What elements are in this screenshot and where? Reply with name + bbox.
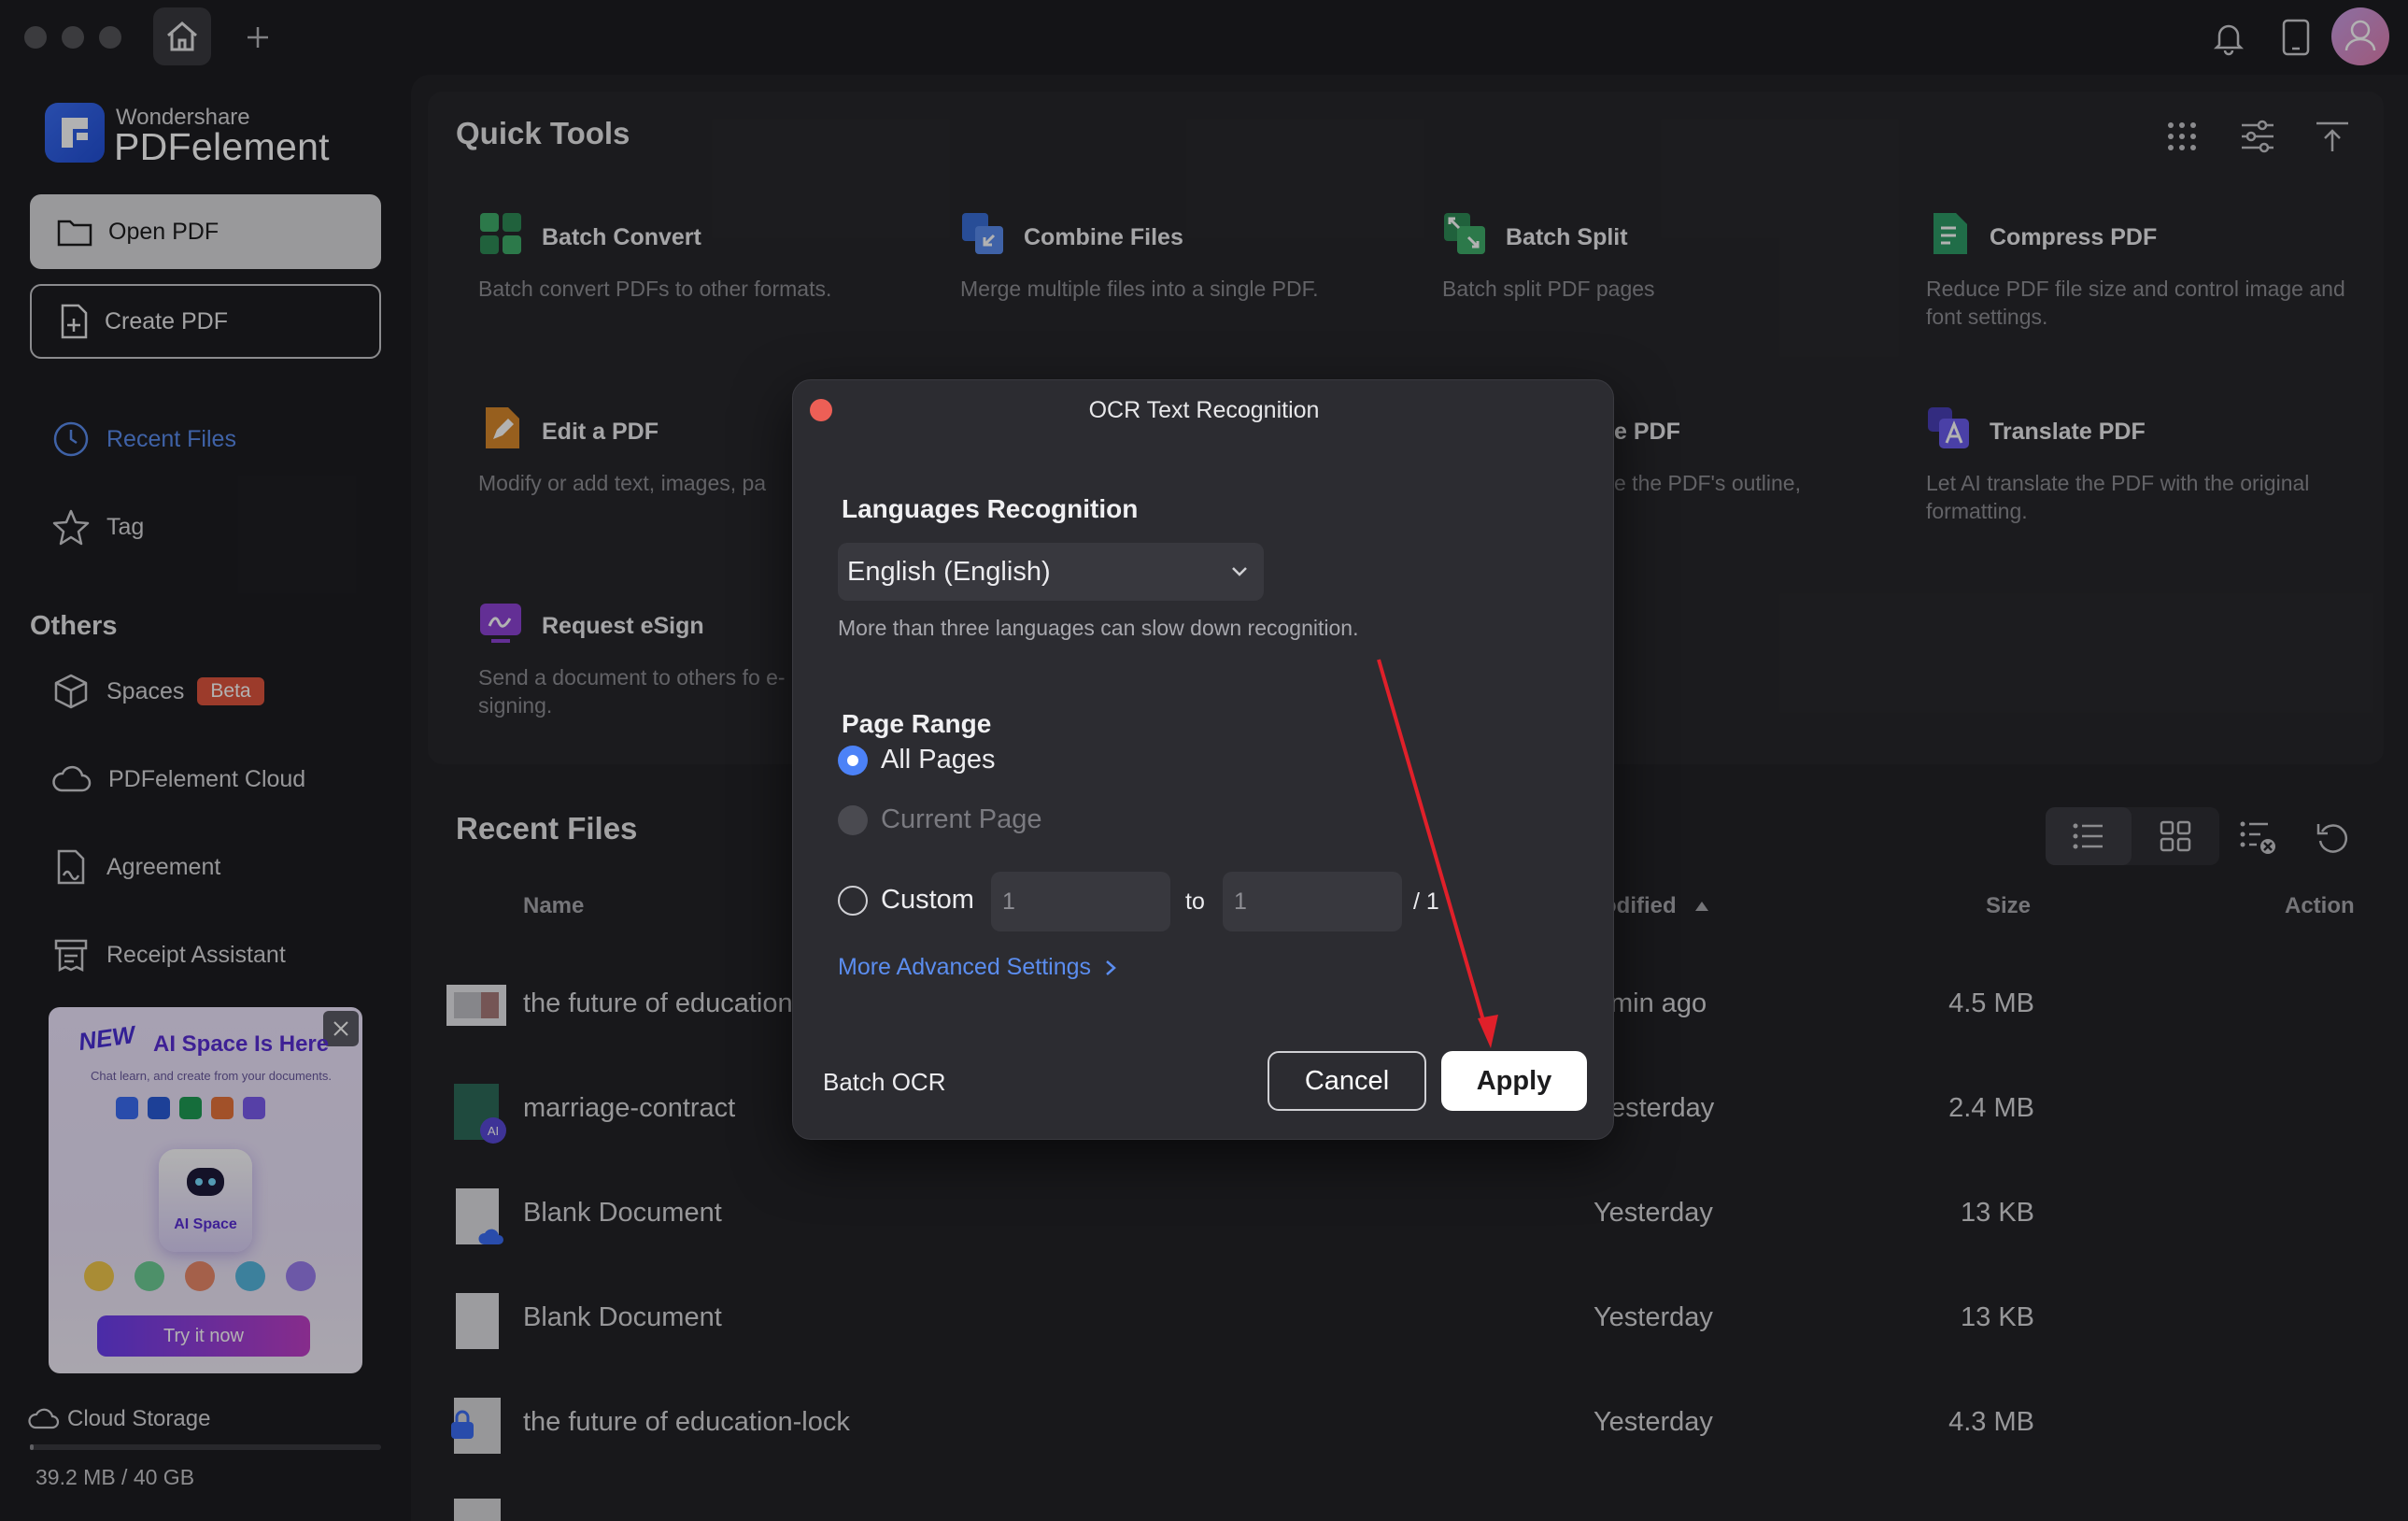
arrow-head	[1478, 1015, 1498, 1048]
annotation-arrow	[1377, 659, 1498, 1048]
